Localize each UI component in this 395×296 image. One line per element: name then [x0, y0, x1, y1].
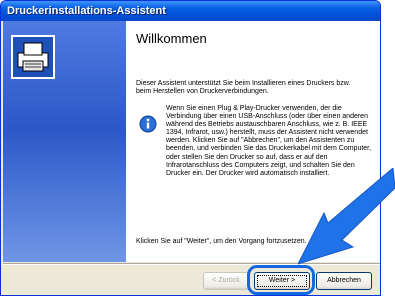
info-text: Wenn Sie einen Plug & Play-Drucker verwe… — [166, 105, 372, 177]
pointer-arrow-icon — [298, 168, 395, 265]
next-button-highlight — [247, 265, 315, 295]
intro-text: Dieser Assistent unterstützt Sie beim In… — [136, 80, 351, 95]
page-title: Willkommen — [136, 31, 207, 46]
info-icon — [139, 115, 157, 133]
window-title: Druckerinstallations-Assistent — [1, 1, 380, 21]
back-button[interactable]: < Zurück — [203, 272, 249, 290]
printer-icon — [11, 35, 55, 79]
left-banner — [3, 21, 126, 262]
cancel-button[interactable]: Abbrechen — [316, 272, 372, 290]
